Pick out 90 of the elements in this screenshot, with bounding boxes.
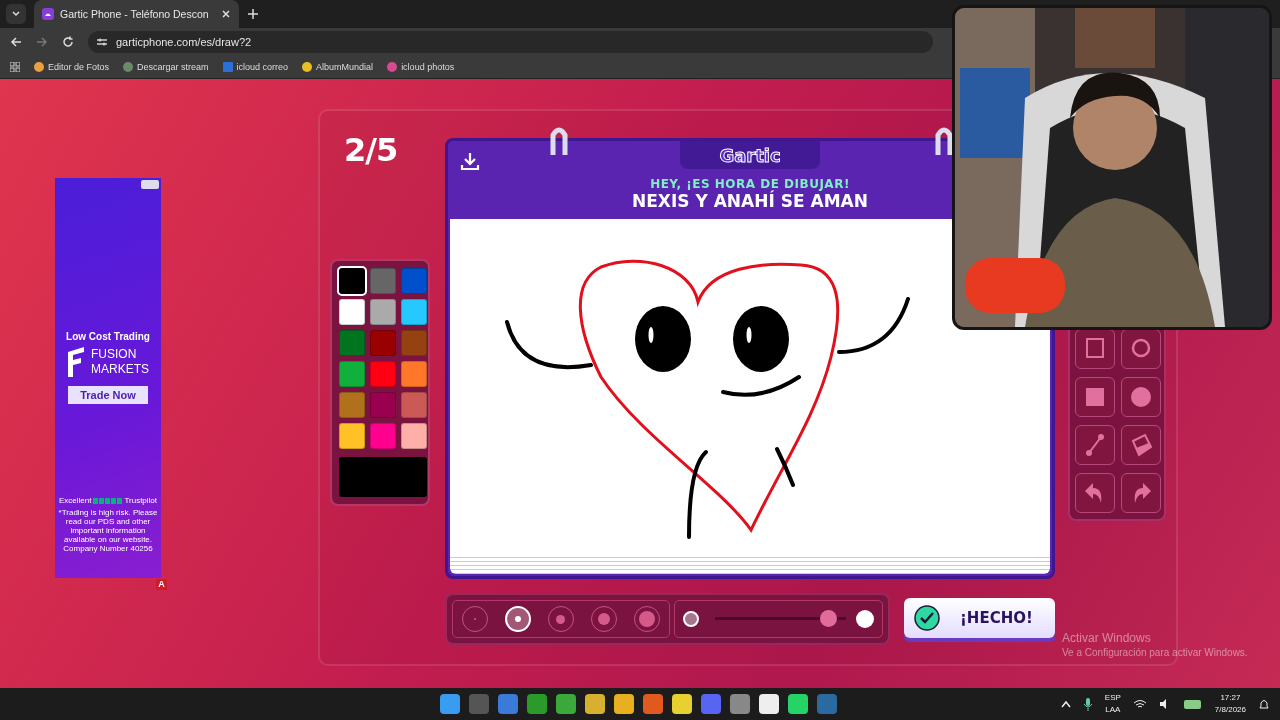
- color-swatch[interactable]: [401, 392, 427, 418]
- color-swatch[interactable]: [401, 330, 427, 356]
- rect-tool-button[interactable]: [1075, 377, 1115, 417]
- game-logo: Gartic: [680, 141, 820, 169]
- taskbar-app-icon[interactable]: [556, 694, 576, 714]
- forward-icon[interactable]: [36, 36, 48, 48]
- color-swatch[interactable]: [370, 423, 396, 449]
- taskbar-app-icon[interactable]: [527, 694, 547, 714]
- prompt-label: HEY, ¡ES HORA DE DIBUJAR!: [650, 177, 850, 191]
- color-swatch[interactable]: [339, 330, 365, 356]
- browser-tab[interactable]: Gartic Phone - Teléfono Descon: [34, 0, 239, 28]
- taskbar-app-icon[interactable]: [498, 694, 518, 714]
- favicon-icon: [387, 62, 398, 72]
- new-tab-icon[interactable]: [247, 8, 259, 20]
- color-swatch[interactable]: [339, 299, 365, 325]
- favicon-icon: [302, 62, 313, 72]
- undo-tool-button[interactable]: [1075, 473, 1115, 513]
- chevron-up-icon[interactable]: [1060, 700, 1071, 708]
- favicon-icon: [123, 62, 134, 72]
- color-swatch[interactable]: [370, 392, 396, 418]
- line-tool-button[interactable]: [1075, 425, 1115, 465]
- download-icon[interactable]: [460, 151, 480, 171]
- chevron-icon: [11, 9, 21, 19]
- color-swatch[interactable]: [401, 361, 427, 387]
- favicon-icon: [222, 62, 233, 72]
- ellipse-outline-tool-button[interactable]: [1121, 329, 1161, 369]
- trade-now-button[interactable]: Trade Now: [68, 386, 148, 404]
- brand-name: FUSION: [91, 347, 138, 362]
- bookmark[interactable]: AlbumMundial: [302, 62, 374, 72]
- color-swatch[interactable]: [370, 268, 396, 294]
- taskbar-app-icon[interactable]: [585, 694, 605, 714]
- color-swatch[interactable]: [370, 330, 396, 356]
- close-icon[interactable]: [221, 9, 231, 19]
- microphone-icon[interactable]: [1082, 697, 1093, 711]
- taskbar-app-icon[interactable]: [614, 694, 634, 714]
- bookmark[interactable]: Editor de Fotos: [34, 62, 110, 72]
- taskbar-app-icon[interactable]: [788, 694, 808, 714]
- bookmark[interactable]: icloud correo: [222, 62, 289, 72]
- taskbar-app-icon[interactable]: [643, 694, 663, 714]
- brand-logo-icon: [67, 346, 85, 378]
- activation-title: Activar Windows: [1062, 631, 1152, 645]
- binder-ring-icon: [933, 125, 955, 157]
- binder-ring-icon: [548, 125, 570, 157]
- drawing-prompt: NEXIS Y ANAHÍ SE AMAN: [632, 191, 868, 211]
- check-badge-icon: [914, 605, 940, 631]
- round-counter: 2/5: [344, 131, 399, 169]
- activation-message: Ve a Configuración para activar Windows.: [1062, 647, 1248, 658]
- taskbar-app-icon[interactable]: [730, 694, 750, 714]
- disclaimer-text: *Trading is high risk. Please read our PDS and other important information available on our website. Company Number 40256: [57, 508, 159, 553]
- color-swatch[interactable]: [339, 392, 365, 418]
- taskbar-clock[interactable]: 17:27 7/8/2026: [1214, 692, 1246, 716]
- color-swatch[interactable]: [401, 268, 427, 294]
- back-icon[interactable]: [10, 36, 22, 48]
- color-swatch[interactable]: [401, 423, 427, 449]
- color-swatch[interactable]: [370, 299, 396, 325]
- rating-source: Trustpilot: [124, 496, 158, 505]
- color-swatch[interactable]: [339, 423, 365, 449]
- ellipse-tool-button[interactable]: [1121, 377, 1161, 417]
- tab-menu-button[interactable]: [6, 4, 26, 24]
- taskbar-app-icon[interactable]: [817, 694, 837, 714]
- opacity-max-icon: [856, 610, 874, 628]
- taskbar-app-icon[interactable]: [672, 694, 692, 714]
- rating-label: Excellent: [58, 496, 92, 505]
- bookmark[interactable]: Descargar stream: [123, 62, 209, 72]
- color-swatch[interactable]: [370, 361, 396, 387]
- notification-bell-icon[interactable]: [1258, 698, 1270, 710]
- bookmark[interactable]: icloud photos: [387, 62, 455, 72]
- apps-grid-icon[interactable]: [10, 62, 20, 72]
- language-indicator[interactable]: ESP LAA: [1104, 692, 1121, 716]
- address-field[interactable]: garticphone.com/es/draw?2: [88, 31, 933, 53]
- brand-name: MARKETS: [91, 362, 149, 377]
- color-swatch[interactable]: [401, 299, 427, 325]
- phone-icon: [42, 8, 54, 20]
- bucket-tool-button[interactable]: [1121, 425, 1161, 465]
- taskbar-app-icon[interactable]: [701, 694, 721, 714]
- ad-headline: Low Cost Trading: [66, 331, 150, 342]
- color-swatch[interactable]: [339, 268, 365, 294]
- battery-icon[interactable]: [1182, 698, 1203, 710]
- taskbar-app-icon[interactable]: [440, 694, 460, 714]
- wifi-icon[interactable]: [1132, 699, 1147, 709]
- slider-thumb[interactable]: [819, 610, 837, 627]
- site-settings-icon[interactable]: [96, 37, 108, 47]
- redo-tool-button[interactable]: [1121, 473, 1161, 513]
- reload-icon[interactable]: [62, 36, 74, 48]
- opacity-min-icon: [683, 611, 699, 627]
- color-swatch[interactable]: [339, 361, 365, 387]
- rect-outline-tool-button[interactable]: [1075, 329, 1115, 369]
- ad-badge[interactable]: A: [156, 579, 167, 590]
- taskbar-app-icon[interactable]: [759, 694, 779, 714]
- favicon-icon: [34, 62, 44, 72]
